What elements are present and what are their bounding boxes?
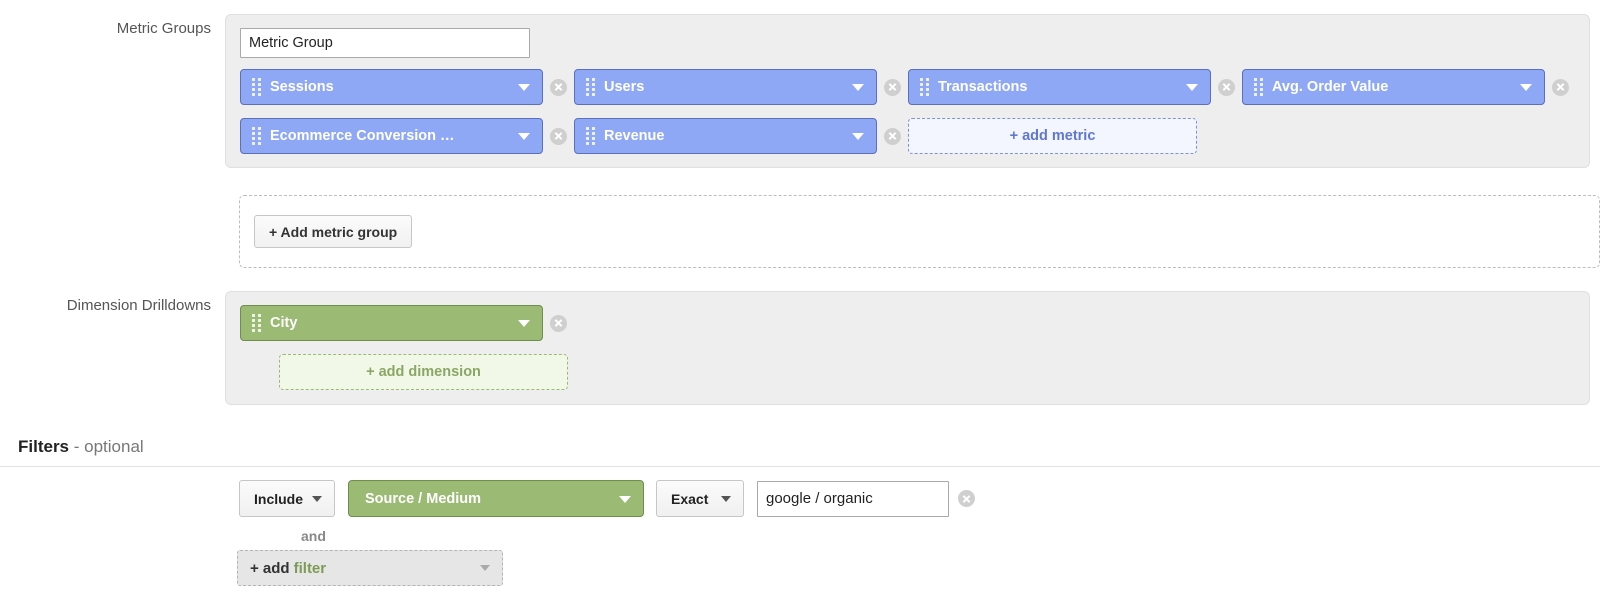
dimension-chip-label: City xyxy=(270,315,298,331)
chevron-down-icon[interactable] xyxy=(312,495,322,502)
metric-group-panel: Sessions Users Transactions xyxy=(225,14,1590,168)
filter-row-1: Include Source / Medium Exact xyxy=(239,480,982,517)
drag-handle-icon[interactable] xyxy=(1252,77,1264,97)
filter-dimension-chip-source-medium[interactable]: Source / Medium xyxy=(348,480,644,517)
metric-chip-row-2: Ecommerce Conversion … Revenue + add met… xyxy=(240,118,1589,154)
drag-handle-icon[interactable] xyxy=(250,313,262,333)
filters-heading: Filters - optional xyxy=(0,437,1600,457)
filter-value-input[interactable] xyxy=(757,480,949,517)
chevron-down-icon[interactable] xyxy=(518,320,530,327)
drag-handle-icon[interactable] xyxy=(584,126,596,146)
remove-dimension-city[interactable] xyxy=(550,314,567,332)
dimension-drilldowns-row: Dimension Drilldowns City + add dimensio… xyxy=(0,291,1600,405)
metric-groups-label: Metric Groups xyxy=(116,20,211,37)
remove-metric-sessions[interactable] xyxy=(550,78,567,96)
drag-handle-icon[interactable] xyxy=(584,77,596,97)
dimension-drilldowns-label: Dimension Drilldowns xyxy=(66,297,211,314)
remove-metric-transactions[interactable] xyxy=(1218,78,1235,96)
add-metric-group-button[interactable]: + Add metric group xyxy=(254,215,413,248)
chevron-down-icon[interactable] xyxy=(852,133,864,140)
metric-chip-users[interactable]: Users xyxy=(574,69,877,105)
chevron-down-icon[interactable] xyxy=(852,84,864,91)
metric-chip-transactions[interactable]: Transactions xyxy=(908,69,1211,105)
filters-section: Filters - optional xyxy=(0,437,1600,467)
drag-handle-icon[interactable] xyxy=(918,77,930,97)
filters-divider xyxy=(0,466,1600,467)
filters-heading-optional: - optional xyxy=(69,437,144,456)
filter-and-label: and xyxy=(301,528,326,544)
filter-include-label: Include xyxy=(254,490,304,507)
metric-chip-label: Sessions xyxy=(270,79,334,95)
dimension-chip-row: City xyxy=(240,305,1589,341)
metric-chip-label: Revenue xyxy=(604,128,665,144)
drag-handle-icon[interactable] xyxy=(250,77,262,97)
add-metric-button[interactable]: + add metric xyxy=(908,118,1197,154)
add-dimension-button[interactable]: + add dimension xyxy=(279,354,568,390)
remove-metric-avg-order-value[interactable] xyxy=(1552,78,1569,96)
chevron-down-icon[interactable] xyxy=(480,565,490,571)
add-filter-button[interactable]: + add filter xyxy=(237,550,503,586)
metric-groups-row: Metric Groups Sessions Users xyxy=(0,14,1600,168)
metric-group-name-input[interactable] xyxy=(240,28,530,58)
filter-match-type-label: Exact xyxy=(671,490,709,507)
dimension-chip-city[interactable]: City xyxy=(240,305,543,341)
metric-chip-ecommerce-conversion-rate[interactable]: Ecommerce Conversion … xyxy=(240,118,543,154)
chevron-down-icon[interactable] xyxy=(1186,84,1198,91)
filter-dimension-label: Source / Medium xyxy=(365,490,482,507)
metric-chip-label: Users xyxy=(604,79,645,95)
add-filter-word-label: filter xyxy=(293,559,327,577)
remove-metric-users[interactable] xyxy=(884,78,901,96)
filters-heading-main: Filters xyxy=(18,437,70,456)
metric-chip-row-1: Sessions Users Transactions Avg. Order V… xyxy=(240,69,1589,105)
metric-chip-label: Avg. Order Value xyxy=(1272,79,1389,95)
chevron-down-icon[interactable] xyxy=(721,495,731,502)
metric-chip-label: Ecommerce Conversion … xyxy=(270,128,455,144)
chevron-down-icon[interactable] xyxy=(518,84,530,91)
chevron-down-icon[interactable] xyxy=(518,133,530,140)
remove-filter-row-1[interactable] xyxy=(958,490,975,507)
chevron-down-icon[interactable] xyxy=(619,495,631,503)
dimension-drilldowns-panel: City + add dimension xyxy=(225,291,1590,405)
filter-match-type-dropdown[interactable]: Exact xyxy=(656,480,744,517)
metric-chip-avg-order-value[interactable]: Avg. Order Value xyxy=(1242,69,1545,105)
metric-chip-label: Transactions xyxy=(938,79,1028,95)
remove-metric-revenue[interactable] xyxy=(884,127,901,145)
add-metric-group-panel: + Add metric group xyxy=(239,195,1600,268)
metric-chip-revenue[interactable]: Revenue xyxy=(574,118,877,154)
drag-handle-icon[interactable] xyxy=(250,126,262,146)
chevron-down-icon[interactable] xyxy=(1520,84,1532,91)
add-dimension-row: + add dimension xyxy=(240,354,1589,390)
filter-include-dropdown[interactable]: Include xyxy=(239,480,335,517)
metric-chip-sessions[interactable]: Sessions xyxy=(240,69,543,105)
add-filter-plus-label: + add xyxy=(250,559,290,577)
remove-metric-ecommerce-conversion-rate[interactable] xyxy=(550,127,567,145)
